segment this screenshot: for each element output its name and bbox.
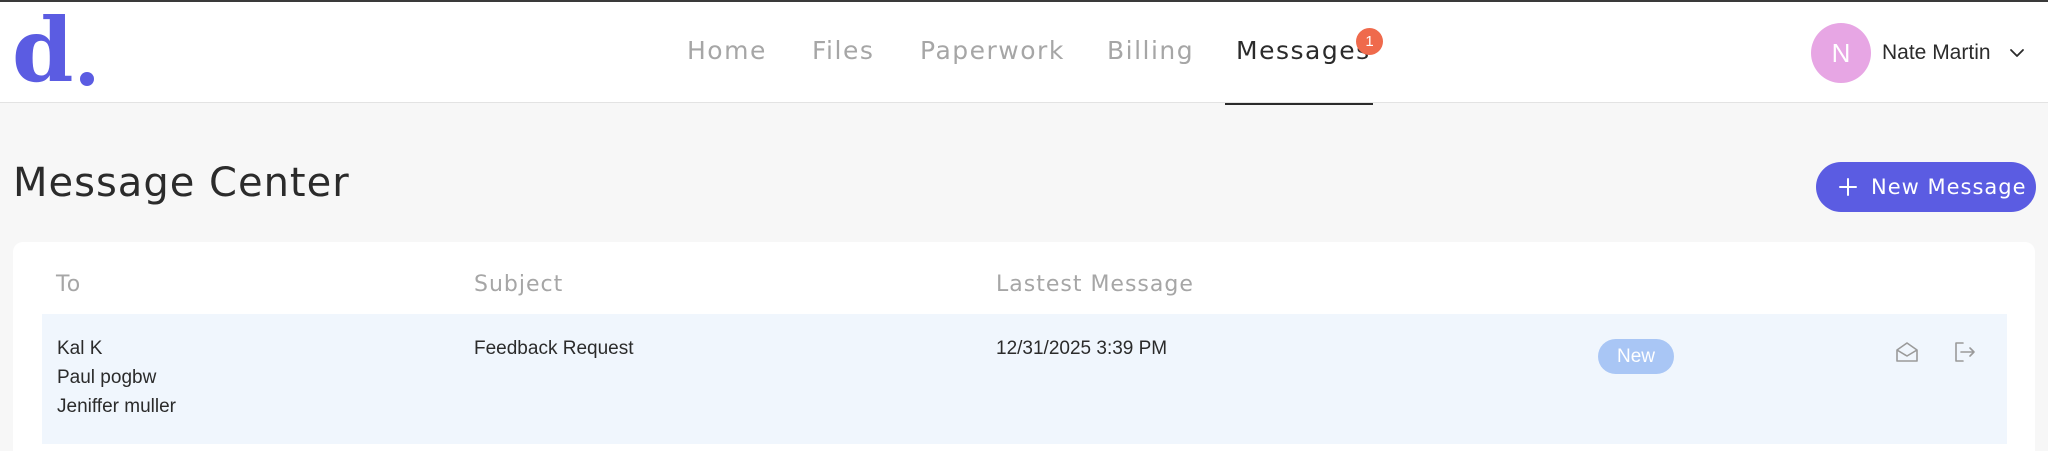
user-name: Nate Martin <box>1882 41 1991 64</box>
latest-message-cell: 12/31/2025 3:39 PM <box>996 338 1168 359</box>
exit-icon[interactable] <box>1952 339 1978 365</box>
column-header-latest: Lastest Message <box>996 272 1194 297</box>
active-tab-indicator <box>1225 103 1373 105</box>
nav-paperwork[interactable]: Paperwork <box>920 36 1065 65</box>
messages-badge: 1 <box>1356 28 1383 55</box>
nav-files[interactable]: Files <box>812 36 874 65</box>
table-row[interactable] <box>42 314 2007 444</box>
nav-messages[interactable]: Messages <box>1236 36 1371 65</box>
open-envelope-icon[interactable] <box>1894 339 1920 365</box>
column-header-to: To <box>56 272 82 297</box>
recipient-name: Kal K <box>57 338 103 359</box>
page-title: Message Center <box>13 160 350 206</box>
column-header-subject: Subject <box>474 272 564 297</box>
recipients-cell: Kal K Paul pogbw Jeniffer muller <box>57 338 176 425</box>
new-message-label: New Message <box>1871 175 2027 199</box>
plus-icon <box>1839 178 1857 196</box>
recipient-name: Jeniffer muller <box>57 396 176 417</box>
top-navigation-bar: d Home Files Paperwork Billing Messages … <box>0 0 2048 105</box>
status-badge: New <box>1598 339 1674 374</box>
subject-cell: Feedback Request <box>474 338 634 359</box>
recipient-name: Paul pogbw <box>57 367 157 388</box>
nav-home[interactable]: Home <box>687 36 767 65</box>
chevron-down-icon <box>2010 49 2024 57</box>
new-message-button[interactable]: New Message <box>1816 162 2036 212</box>
main-nav: Home Files Paperwork Billing Messages 1 <box>0 2 2048 105</box>
avatar: N <box>1811 23 1871 83</box>
nav-billing[interactable]: Billing <box>1107 36 1194 65</box>
